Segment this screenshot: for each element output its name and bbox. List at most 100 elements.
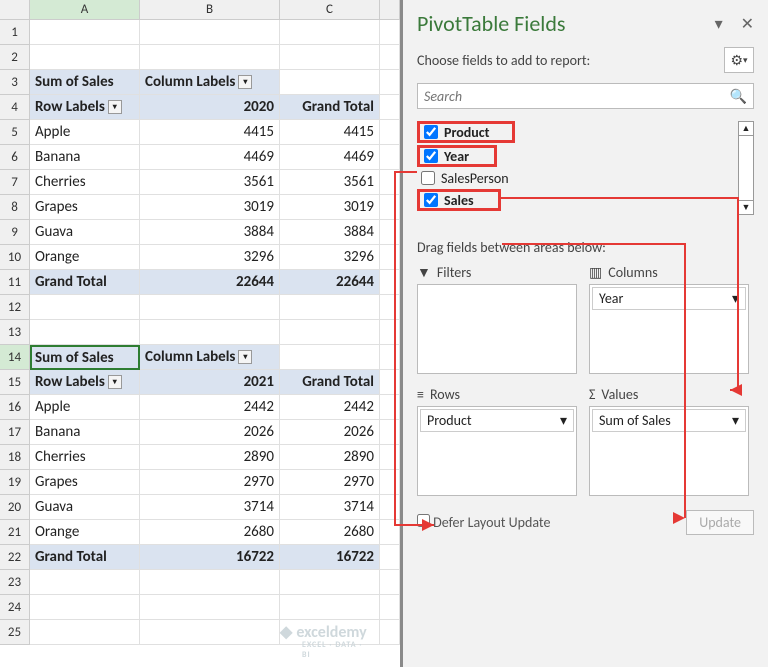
- fields-scrollbar[interactable]: ▲ ▼: [738, 121, 754, 215]
- cell[interactable]: 2026: [140, 420, 280, 445]
- cell[interactable]: 4469: [140, 145, 280, 170]
- area-item-product[interactable]: Product▾: [420, 409, 574, 432]
- rows-dropzone[interactable]: Product▾: [417, 406, 577, 496]
- cell[interactable]: 3884: [140, 220, 280, 245]
- checkbox[interactable]: [417, 514, 430, 527]
- cell[interactable]: [380, 370, 400, 395]
- cell[interactable]: Cherries: [30, 445, 140, 470]
- cell[interactable]: [280, 570, 380, 595]
- cell[interactable]: 3296: [140, 245, 280, 270]
- cell[interactable]: [380, 470, 400, 495]
- row-header[interactable]: 12: [0, 295, 30, 320]
- cell[interactable]: 2890: [280, 445, 380, 470]
- chevron-down-icon[interactable]: ▾: [560, 412, 567, 429]
- cell[interactable]: [30, 620, 140, 645]
- defer-layout-checkbox[interactable]: Defer Layout Update: [417, 514, 550, 531]
- cell[interactable]: 2442: [280, 395, 380, 420]
- select-all-corner[interactable]: [0, 0, 30, 19]
- cell[interactable]: [140, 570, 280, 595]
- row-header[interactable]: 6: [0, 145, 30, 170]
- cell[interactable]: [280, 320, 380, 345]
- row-header[interactable]: 13: [0, 320, 30, 345]
- col-header-B[interactable]: B: [140, 0, 280, 19]
- cell[interactable]: [280, 295, 380, 320]
- cell[interactable]: 4415: [280, 120, 380, 145]
- cell[interactable]: [30, 20, 140, 45]
- close-icon[interactable]: ✕: [741, 14, 754, 34]
- row-header[interactable]: 10: [0, 245, 30, 270]
- cell[interactable]: Grand Total: [30, 545, 140, 570]
- row-header[interactable]: 23: [0, 570, 30, 595]
- cell[interactable]: [380, 345, 400, 370]
- checkbox[interactable]: [421, 171, 435, 185]
- cell[interactable]: [280, 45, 380, 70]
- cell[interactable]: [30, 295, 140, 320]
- cell[interactable]: [380, 145, 400, 170]
- cell[interactable]: [380, 45, 400, 70]
- area-item-sumofsales[interactable]: Sum of Sales▾: [592, 409, 746, 432]
- columns-dropzone[interactable]: Year▾: [589, 284, 749, 374]
- update-button[interactable]: Update: [686, 510, 754, 535]
- field-product[interactable]: Product: [417, 121, 515, 143]
- col-header-A[interactable]: A: [30, 0, 140, 19]
- row-header[interactable]: 7: [0, 170, 30, 195]
- cell[interactable]: [280, 70, 380, 95]
- pivot2-measure-selected[interactable]: Sum of Sales: [30, 345, 140, 370]
- cell[interactable]: 2970: [280, 470, 380, 495]
- cell[interactable]: [380, 20, 400, 45]
- cell[interactable]: 2890: [140, 445, 280, 470]
- cell[interactable]: 16722: [140, 545, 280, 570]
- row-header[interactable]: 11: [0, 270, 30, 295]
- cell[interactable]: [380, 545, 400, 570]
- scroll-down-icon[interactable]: ▼: [739, 200, 753, 214]
- pivot1-year[interactable]: 2020: [140, 95, 280, 120]
- pivot1-col-labels[interactable]: Column Labels▾: [140, 70, 280, 95]
- cell[interactable]: [30, 570, 140, 595]
- cell[interactable]: Cherries: [30, 170, 140, 195]
- cell[interactable]: [380, 595, 400, 620]
- cell[interactable]: Guava: [30, 495, 140, 520]
- cell[interactable]: [280, 345, 380, 370]
- row-header[interactable]: 2: [0, 45, 30, 70]
- dropdown-icon[interactable]: ▾: [108, 100, 122, 114]
- cell[interactable]: [380, 120, 400, 145]
- cell[interactable]: [140, 595, 280, 620]
- cell[interactable]: [380, 620, 400, 645]
- settings-button[interactable]: ⚙▾: [724, 47, 754, 73]
- checkbox[interactable]: [424, 149, 438, 163]
- cell[interactable]: [380, 395, 400, 420]
- dropdown-icon[interactable]: ▾: [238, 350, 252, 364]
- dropdown-icon[interactable]: ▾: [238, 75, 252, 89]
- cell[interactable]: Orange: [30, 245, 140, 270]
- values-dropzone[interactable]: Sum of Sales▾: [589, 406, 749, 496]
- cell[interactable]: Grapes: [30, 470, 140, 495]
- cell[interactable]: [280, 20, 380, 45]
- cell[interactable]: [280, 595, 380, 620]
- pivot2-col-labels[interactable]: Column Labels▾: [140, 345, 280, 370]
- col-header-D[interactable]: [380, 0, 400, 19]
- cell[interactable]: Grapes: [30, 195, 140, 220]
- row-header[interactable]: 22: [0, 545, 30, 570]
- row-header[interactable]: 18: [0, 445, 30, 470]
- cell[interactable]: 3714: [280, 495, 380, 520]
- area-item-year[interactable]: Year▾: [592, 287, 746, 310]
- field-sales[interactable]: Sales: [417, 189, 501, 211]
- field-year[interactable]: Year: [417, 145, 497, 167]
- cell[interactable]: [380, 320, 400, 345]
- cell[interactable]: 2680: [140, 520, 280, 545]
- cell[interactable]: Guava: [30, 220, 140, 245]
- cell[interactable]: [380, 445, 400, 470]
- row-header[interactable]: 3: [0, 70, 30, 95]
- pivot2-year[interactable]: 2021: [140, 370, 280, 395]
- cell[interactable]: [380, 195, 400, 220]
- scroll-up-icon[interactable]: ▲: [739, 122, 753, 136]
- cell[interactable]: 22644: [140, 270, 280, 295]
- cell[interactable]: 2442: [140, 395, 280, 420]
- cell[interactable]: [30, 45, 140, 70]
- cell[interactable]: [380, 420, 400, 445]
- cell[interactable]: [30, 595, 140, 620]
- cell[interactable]: [140, 20, 280, 45]
- row-header[interactable]: 14: [0, 345, 30, 370]
- checkbox[interactable]: [424, 193, 438, 207]
- cell[interactable]: Banana: [30, 145, 140, 170]
